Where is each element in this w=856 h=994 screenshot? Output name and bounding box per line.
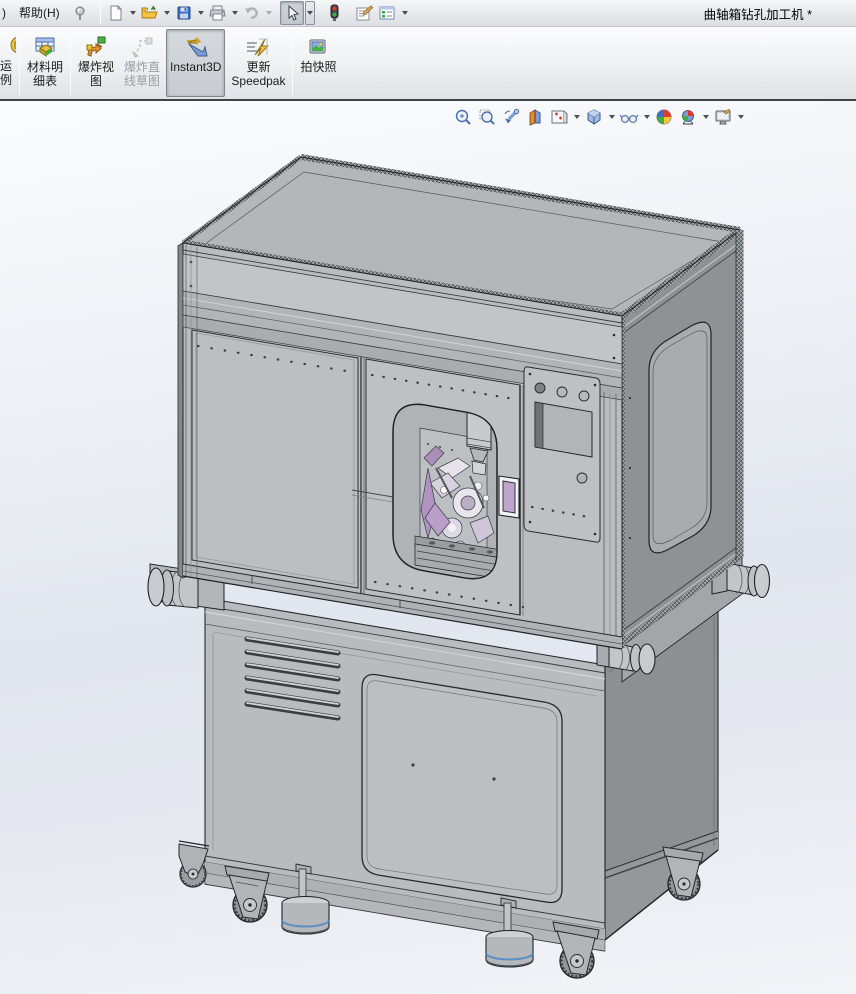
toolbar-separator xyxy=(292,31,293,95)
control-panel[interactable] xyxy=(524,367,600,542)
hide-show-dropdown[interactable] xyxy=(642,115,651,119)
menu-item-help[interactable]: 帮助(H) xyxy=(10,0,69,26)
model-canvas[interactable] xyxy=(0,101,856,992)
motion-study-label-1: 运 xyxy=(0,59,12,73)
view-orientation-icon[interactable] xyxy=(548,106,570,128)
caster-front-left[interactable] xyxy=(225,866,269,922)
select-dropdown[interactable] xyxy=(305,1,315,25)
toolbar-separator xyxy=(19,31,20,95)
front-window[interactable] xyxy=(393,398,508,580)
toolbar-separator xyxy=(100,2,101,24)
menu-item-clipped[interactable]: ) xyxy=(0,6,10,20)
new-document-dropdown[interactable] xyxy=(128,1,138,25)
save-dropdown[interactable] xyxy=(196,1,206,25)
cabinet-door[interactable] xyxy=(362,675,562,903)
zoom-to-area-icon[interactable] xyxy=(476,106,498,128)
motion-study-icon xyxy=(0,33,16,59)
view-settings-dropdown[interactable] xyxy=(736,115,745,119)
save-icon[interactable] xyxy=(172,1,196,25)
caster-front-right[interactable] xyxy=(553,922,599,978)
motion-study-button[interactable]: 运 例 xyxy=(0,29,16,97)
undo-icon[interactable] xyxy=(240,1,264,25)
command-list-dropdown[interactable] xyxy=(400,1,410,25)
command-list-icon[interactable] xyxy=(376,1,400,25)
instant3d-icon xyxy=(183,34,209,60)
edit-appearance-icon[interactable] xyxy=(653,106,675,128)
view-orientation-dropdown[interactable] xyxy=(572,115,581,119)
exploded-line-sketch-icon xyxy=(129,34,155,60)
apply-scene-icon[interactable] xyxy=(677,106,699,128)
exploded-view-button[interactable]: 爆炸视 图 xyxy=(74,29,118,97)
motion-study-label-2: 例 xyxy=(0,73,12,87)
print-dropdown[interactable] xyxy=(230,1,240,25)
door-handle[interactable] xyxy=(499,476,519,518)
print-icon[interactable] xyxy=(206,1,230,25)
solidworks-window: ) 帮助(H) xyxy=(0,0,856,994)
take-snapshot-button[interactable]: 拍快照 xyxy=(296,29,340,97)
exploded-view-icon xyxy=(83,34,109,60)
open-dropdown[interactable] xyxy=(162,1,172,25)
traffic-light-icon[interactable] xyxy=(322,1,346,25)
display-style-dropdown[interactable] xyxy=(607,115,616,119)
bill-of-materials-icon xyxy=(32,34,58,60)
apply-scene-dropdown[interactable] xyxy=(701,115,710,119)
heads-up-view-toolbar xyxy=(452,106,745,128)
new-document-icon[interactable] xyxy=(104,1,128,25)
toolbar-separator xyxy=(70,31,71,95)
open-folder-icon[interactable] xyxy=(138,1,162,25)
command-toolbar: 运 例 材料明 细表 爆炸视 图 爆炸直 线草图 xyxy=(0,27,856,101)
panel-button-1[interactable] xyxy=(535,383,545,393)
undo-dropdown[interactable] xyxy=(264,1,274,25)
update-speedpak-icon xyxy=(245,34,271,60)
front-left-panel xyxy=(192,330,358,588)
section-view-icon[interactable] xyxy=(524,106,546,128)
menu-bar: ) 帮助(H) xyxy=(0,0,856,27)
select-cursor-icon[interactable] xyxy=(280,1,304,25)
hide-show-items-icon[interactable] xyxy=(618,106,640,128)
exploded-line-sketch-button: 爆炸直 线草图 xyxy=(120,29,164,97)
bill-of-materials-button[interactable]: 材料明 细表 xyxy=(23,29,67,97)
update-speedpak-button[interactable]: 更新 Speedpak xyxy=(227,29,289,97)
take-snapshot-icon xyxy=(305,34,331,60)
panel-button-4[interactable] xyxy=(577,473,587,483)
panel-button-3[interactable] xyxy=(579,391,589,401)
instant3d-button[interactable]: Instant3D xyxy=(166,29,225,97)
document-title: 曲轴箱钻孔加工机 * xyxy=(704,4,856,23)
view-settings-icon[interactable] xyxy=(712,106,734,128)
pushpin-icon[interactable] xyxy=(69,2,91,24)
zoom-to-fit-icon[interactable] xyxy=(452,106,474,128)
graphics-viewport[interactable] xyxy=(0,101,856,994)
rotate-view-icon[interactable] xyxy=(500,106,522,128)
properties-icon[interactable] xyxy=(352,1,376,25)
panel-button-2[interactable] xyxy=(557,387,567,397)
panel-display-cutout xyxy=(535,402,592,457)
display-style-icon[interactable] xyxy=(583,106,605,128)
side-window xyxy=(649,322,711,553)
